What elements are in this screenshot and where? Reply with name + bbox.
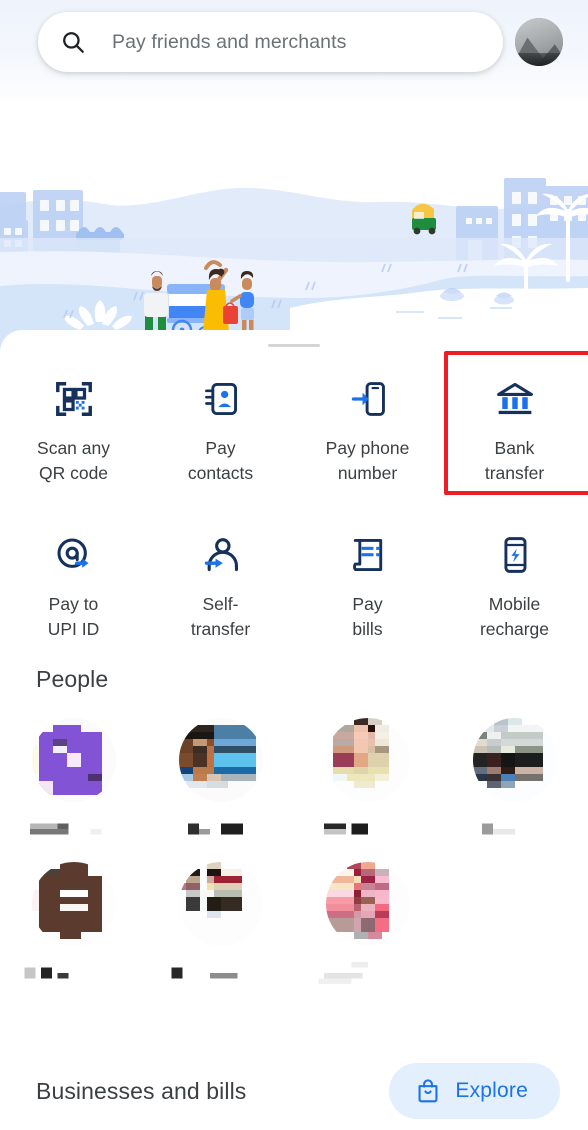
contact-item-2[interactable] <box>147 718 294 840</box>
contact-name-redacted <box>314 962 422 984</box>
avatar-shape-3 <box>515 52 563 66</box>
at-sign-arrow-icon <box>51 532 97 578</box>
businesses-section-title: Businesses and bills <box>36 1077 247 1104</box>
contacts-book-icon <box>198 376 244 422</box>
contact-item-3[interactable] <box>294 718 441 840</box>
action-label-pay-phone-number: Pay phone number <box>326 436 410 486</box>
label-line-2: number <box>337 463 398 483</box>
quick-actions-row-2: Pay to UPI ID Self- transfer Pay bills M… <box>0 518 588 642</box>
people-row-1 <box>0 718 588 840</box>
quick-actions-row-1: Scan any QR code Pay contacts Pay phone … <box>0 351 588 495</box>
people-section-title: People <box>36 666 109 692</box>
label-line-2: UPI ID <box>47 619 100 639</box>
label-line-1: Pay <box>352 594 383 614</box>
people-contacts-grid <box>0 718 588 1006</box>
contact-name-redacted <box>167 962 275 984</box>
label-line-1: Pay to <box>48 594 99 614</box>
qr-code-icon <box>51 376 97 422</box>
phone-bolt-icon <box>492 532 538 578</box>
contact-item-4[interactable] <box>441 718 588 840</box>
action-label-mobile-recharge: Mobile recharge <box>480 592 549 642</box>
app-header: Pay friends and merchants <box>0 0 588 100</box>
person-arrow-icon <box>198 532 244 578</box>
action-label-self-transfer: Self- transfer <box>191 592 250 642</box>
quick-actions-grid: Scan any QR code Pay contacts Pay phone … <box>0 351 588 642</box>
contact-avatar-redacted <box>31 862 116 946</box>
action-pay-to-upi-id[interactable]: Pay to UPI ID <box>0 518 147 642</box>
bottom-sheet: Scan any QR code Pay contacts Pay phone … <box>0 330 588 1130</box>
label-line-2: transfer <box>484 463 545 483</box>
contact-name-redacted <box>314 818 422 840</box>
label-line-2: bills <box>352 619 383 639</box>
search-icon <box>63 32 84 53</box>
contact-avatar-redacted <box>325 862 410 946</box>
contact-item-empty <box>441 862 588 984</box>
action-label-bank-transfer: Bank transfer <box>485 436 544 486</box>
businesses-and-bills-section: Businesses and bills Explore <box>0 1052 588 1130</box>
action-scan-qr[interactable]: Scan any QR code <box>0 362 147 486</box>
label-line-1: Pay <box>205 438 236 458</box>
contact-avatar-redacted <box>178 862 263 946</box>
action-pay-bills[interactable]: Pay bills <box>294 518 441 642</box>
contact-item-1[interactable] <box>0 718 147 840</box>
shopping-bag-icon <box>418 1079 438 1103</box>
action-label-pay-bills: Pay bills <box>352 592 382 642</box>
label-line-1: Pay phone <box>325 438 410 458</box>
bank-icon <box>492 376 538 422</box>
label-line-2: contacts <box>187 463 254 483</box>
explore-button[interactable]: Explore <box>389 1063 560 1119</box>
app-screen: Pay friends and merchants Scan any QR co… <box>0 0 588 1130</box>
action-self-transfer[interactable]: Self- transfer <box>147 518 294 642</box>
contact-name-redacted <box>167 818 275 840</box>
search-input-placeholder[interactable]: Pay friends and merchants <box>112 31 346 54</box>
contact-name-redacted <box>461 818 569 840</box>
hero-illustration <box>0 100 588 350</box>
action-label-scan-qr: Scan any QR code <box>37 436 110 486</box>
action-pay-phone-number[interactable]: Pay phone number <box>294 362 441 486</box>
contact-name-redacted <box>20 818 128 840</box>
auto-rickshaw <box>412 203 436 235</box>
sheet-drag-handle[interactable] <box>268 344 320 347</box>
phone-arrow-icon <box>345 376 391 422</box>
action-label-pay-to-upi-id: Pay to UPI ID <box>48 592 100 642</box>
contact-item-6[interactable] <box>147 862 294 984</box>
contact-avatar-redacted <box>178 718 263 802</box>
contact-avatar-redacted <box>31 718 116 802</box>
contact-item-7[interactable] <box>294 862 441 984</box>
action-pay-contacts[interactable]: Pay contacts <box>147 362 294 486</box>
action-label-pay-contacts: Pay contacts <box>188 436 253 486</box>
label-line-1: Self- <box>202 594 239 614</box>
contact-avatar-redacted <box>472 718 557 802</box>
label-line-2: recharge <box>479 619 550 639</box>
contact-item-5[interactable] <box>0 862 147 984</box>
bill-receipt-icon <box>345 532 391 578</box>
label-line-2: QR code <box>38 463 109 483</box>
label-line-1: Mobile <box>488 594 541 614</box>
search-bar[interactable]: Pay friends and merchants <box>38 12 503 72</box>
label-line-1: Bank <box>494 438 535 458</box>
contact-name-redacted <box>20 962 128 984</box>
contact-avatar-redacted <box>325 718 410 802</box>
people-row-2 <box>0 862 588 984</box>
action-bank-transfer[interactable]: Bank transfer <box>441 351 588 495</box>
label-line-2: transfer <box>190 619 251 639</box>
profile-avatar[interactable] <box>515 18 563 66</box>
explore-button-label: Explore <box>455 1079 528 1102</box>
label-line-1: Scan any <box>37 438 110 458</box>
action-mobile-recharge[interactable]: Mobile recharge <box>441 518 588 642</box>
